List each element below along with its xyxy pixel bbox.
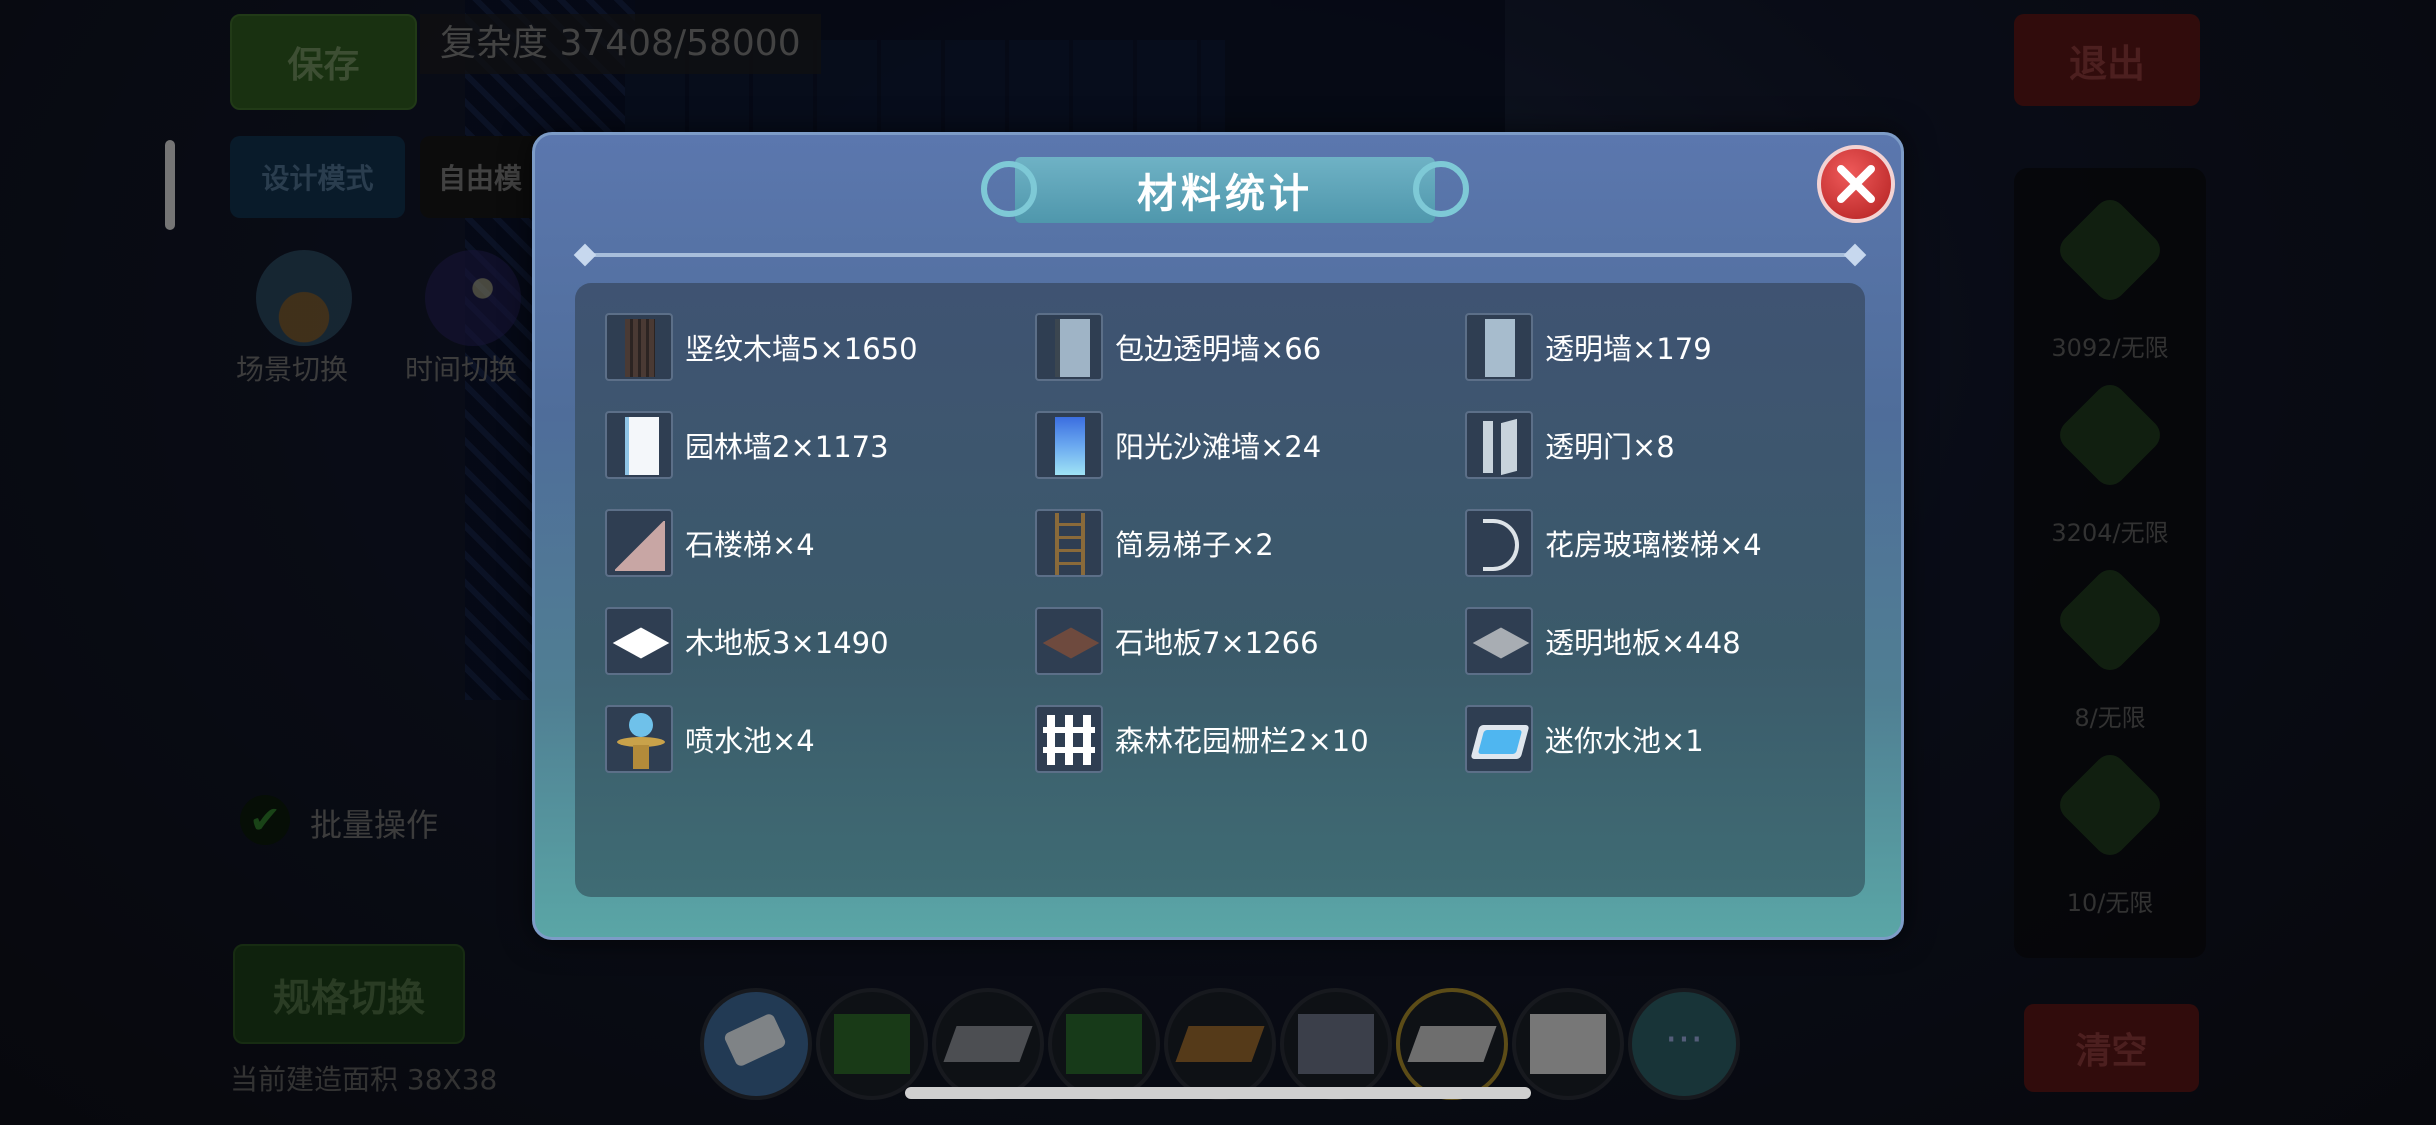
list-item: 园林墙2×1173 bbox=[605, 409, 889, 481]
mini-pool-icon bbox=[1465, 705, 1533, 773]
garden-fence-icon bbox=[1035, 705, 1103, 773]
list-item: 石地板7×1266 bbox=[1035, 605, 1319, 677]
dialog-title-banner: 材料统计 bbox=[981, 157, 1469, 223]
list-item: 透明门×8 bbox=[1465, 409, 1675, 481]
list-item: 透明地板×448 bbox=[1465, 605, 1741, 677]
close-icon bbox=[1837, 165, 1875, 203]
ornament-swirl-icon bbox=[1413, 161, 1469, 217]
list-item: 花房玻璃楼梯×4 bbox=[1465, 507, 1762, 579]
item-label: 阳光沙滩墙×24 bbox=[1115, 430, 1322, 464]
item-label: 透明地板×448 bbox=[1545, 626, 1741, 660]
item-label: 木地板3×1490 bbox=[685, 626, 889, 660]
stone-stairs-icon bbox=[605, 509, 673, 577]
wood-floor-icon bbox=[605, 607, 673, 675]
stone-floor-icon bbox=[1035, 607, 1103, 675]
list-item: 阳光沙滩墙×24 bbox=[1035, 409, 1321, 481]
fountain-icon bbox=[605, 705, 673, 773]
bordered-glass-wall-icon bbox=[1035, 313, 1103, 381]
item-label: 园林墙2×1173 bbox=[685, 430, 889, 464]
title-divider bbox=[585, 253, 1855, 257]
dialog-title: 材料统计 bbox=[1137, 171, 1313, 217]
material-stats-dialog: 材料统计 竖纹木墙5×1650 包边透明墙×66 透明墙×179 园林墙2×11… bbox=[532, 132, 1904, 940]
glass-spiral-stairs-icon bbox=[1465, 509, 1533, 577]
item-label: 透明墙×179 bbox=[1545, 332, 1712, 366]
list-item: 喷水池×4 bbox=[605, 703, 815, 775]
item-label: 竖纹木墙5×1650 bbox=[685, 332, 918, 366]
sunny-beach-wall-icon bbox=[1035, 411, 1103, 479]
list-item: 石楼梯×4 bbox=[605, 507, 815, 579]
material-list-panel: 竖纹木墙5×1650 包边透明墙×66 透明墙×179 园林墙2×1173 阳光… bbox=[575, 283, 1865, 897]
list-item: 竖纹木墙5×1650 bbox=[605, 311, 918, 383]
item-label: 迷你水池×1 bbox=[1545, 724, 1704, 758]
list-item: 包边透明墙×66 bbox=[1035, 311, 1321, 383]
item-label: 石楼梯×4 bbox=[685, 528, 815, 562]
divider-ornament bbox=[1843, 243, 1867, 267]
item-label: 石地板7×1266 bbox=[1115, 626, 1319, 660]
list-item: 透明墙×179 bbox=[1465, 311, 1712, 383]
list-item: 迷你水池×1 bbox=[1465, 703, 1704, 775]
list-item: 森林花园栅栏2×10 bbox=[1035, 703, 1369, 775]
item-label: 森林花园栅栏2×10 bbox=[1115, 724, 1369, 758]
item-label: 喷水池×4 bbox=[685, 724, 815, 758]
item-label: 包边透明墙×66 bbox=[1115, 332, 1322, 366]
garden-wall-icon bbox=[605, 411, 673, 479]
home-indicator[interactable] bbox=[905, 1087, 1531, 1099]
item-label: 简易梯子×2 bbox=[1115, 528, 1274, 562]
simple-ladder-icon bbox=[1035, 509, 1103, 577]
list-item: 木地板3×1490 bbox=[605, 605, 889, 677]
glass-door-icon bbox=[1465, 411, 1533, 479]
item-label: 花房玻璃楼梯×4 bbox=[1545, 528, 1762, 562]
close-button[interactable] bbox=[1817, 145, 1895, 223]
vertical-wood-wall-icon bbox=[605, 313, 673, 381]
item-label: 透明门×8 bbox=[1545, 430, 1675, 464]
glass-wall-icon bbox=[1465, 313, 1533, 381]
ornament-swirl-icon bbox=[981, 161, 1037, 217]
list-item: 简易梯子×2 bbox=[1035, 507, 1274, 579]
divider-ornament bbox=[573, 243, 597, 267]
glass-floor-icon bbox=[1465, 607, 1533, 675]
